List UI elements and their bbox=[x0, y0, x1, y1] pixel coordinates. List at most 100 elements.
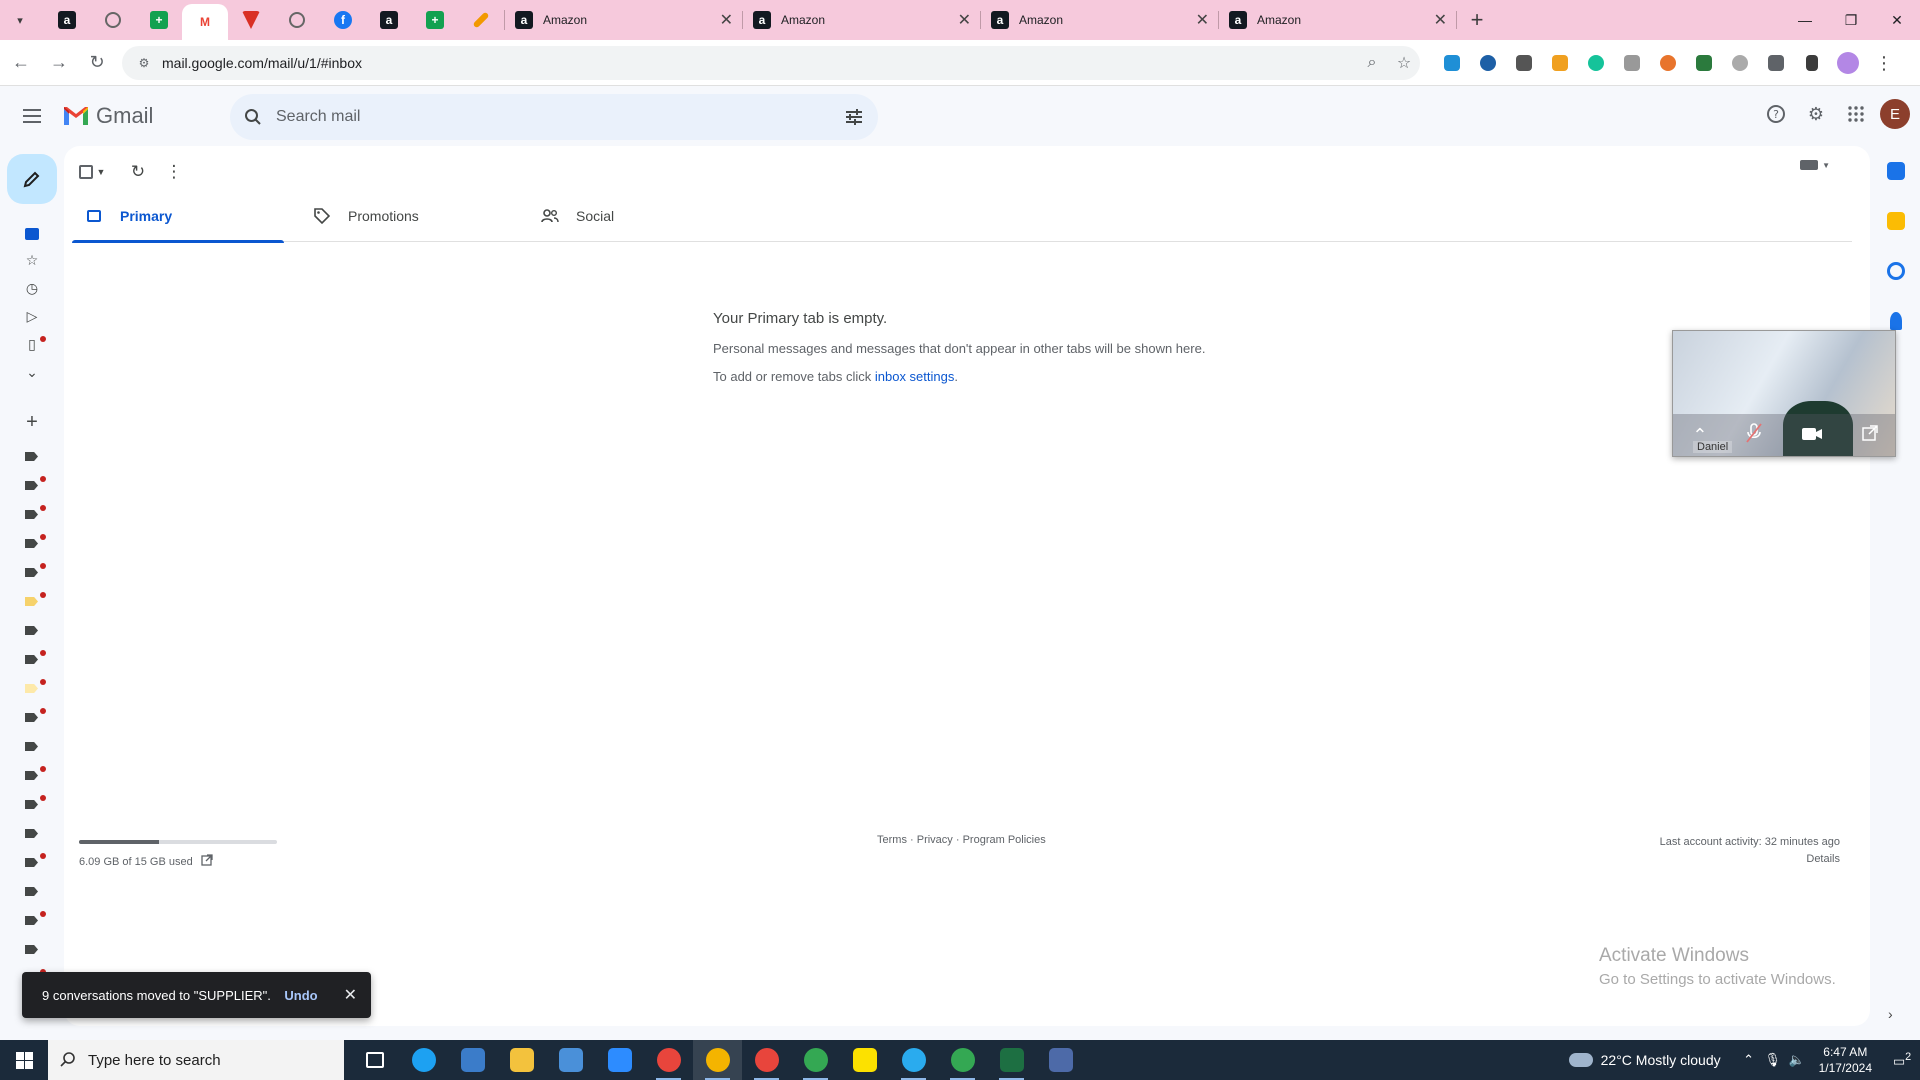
calculator-icon[interactable] bbox=[1036, 1040, 1085, 1080]
restore-icon[interactable]: ❐ bbox=[1828, 0, 1874, 40]
profile-avatar[interactable] bbox=[1830, 48, 1866, 78]
extension-icon[interactable] bbox=[1686, 48, 1722, 78]
tab-close-icon[interactable]: ✕ bbox=[958, 10, 971, 30]
grammarly-icon[interactable] bbox=[1578, 48, 1614, 78]
extension-icon[interactable] bbox=[1470, 48, 1506, 78]
label-tag-icon[interactable] bbox=[25, 626, 38, 635]
compose-button[interactable] bbox=[7, 154, 57, 204]
pinned-tab-amazon-2[interactable]: a bbox=[366, 3, 412, 37]
new-tab-plus-icon[interactable]: + bbox=[1463, 6, 1491, 34]
start-windows-icon[interactable] bbox=[0, 1040, 48, 1080]
label-tag-icon[interactable] bbox=[25, 771, 38, 780]
pinned-tab-gmail[interactable]: M bbox=[182, 4, 228, 40]
tasks-icon[interactable] bbox=[1887, 262, 1905, 280]
url-text[interactable]: mail.google.com/mail/u/1/#inbox bbox=[162, 55, 1356, 71]
popout-icon[interactable] bbox=[1861, 424, 1878, 446]
browser-tab[interactable]: a Amazon ✕ bbox=[743, 3, 981, 37]
tab-close-icon[interactable]: ✕ bbox=[1434, 10, 1447, 30]
store-icon[interactable] bbox=[546, 1040, 595, 1080]
volume-icon[interactable]: 🔈 bbox=[1785, 1052, 1809, 1068]
more-kebab-icon[interactable]: ⋮ bbox=[156, 154, 192, 190]
show-hidden-icons-chevron-icon[interactable]: ⌃ bbox=[1737, 1052, 1761, 1068]
label-tag-icon[interactable] bbox=[25, 510, 38, 519]
pinned-tab-globe-2[interactable] bbox=[274, 3, 320, 37]
label-tag-icon[interactable] bbox=[25, 655, 38, 664]
minimize-icon[interactable]: — bbox=[1782, 0, 1828, 40]
label-tag-icon[interactable] bbox=[25, 742, 38, 751]
account-avatar[interactable]: E bbox=[1880, 99, 1910, 129]
browser-tab[interactable]: a Amazon ✕ bbox=[505, 3, 743, 37]
starred-nav-icon[interactable]: ☆ bbox=[16, 248, 48, 272]
sent-nav-icon[interactable]: ▷ bbox=[16, 304, 48, 328]
label-tag-icon[interactable] bbox=[25, 887, 38, 896]
create-label-plus-icon[interactable]: + bbox=[16, 410, 48, 434]
contacts-icon[interactable] bbox=[1890, 312, 1902, 330]
address-bar[interactable]: ⚙ mail.google.com/mail/u/1/#inbox ⌕ ☆ bbox=[122, 46, 1420, 80]
pinned-tab-pen[interactable] bbox=[458, 3, 504, 37]
extension-js-icon[interactable] bbox=[1542, 48, 1578, 78]
reload-icon[interactable]: ↻ bbox=[80, 46, 114, 80]
label-tag-icon[interactable] bbox=[25, 597, 38, 606]
input-tools-keyboard-icon[interactable]: ▼ bbox=[1800, 160, 1830, 170]
privacy-link[interactable]: Privacy bbox=[917, 834, 953, 846]
back-arrow-icon[interactable]: ← bbox=[4, 46, 38, 80]
taskbar-search[interactable]: Type here to search bbox=[48, 1040, 344, 1080]
label-tag-icon[interactable] bbox=[25, 481, 38, 490]
main-menu-icon[interactable] bbox=[8, 92, 56, 140]
extension-icon[interactable] bbox=[1650, 48, 1686, 78]
weather-widget[interactable]: 22°C Mostly cloudy bbox=[1568, 1052, 1721, 1068]
inbox-nav-icon[interactable] bbox=[16, 222, 48, 246]
program-policies-link[interactable]: Program Policies bbox=[963, 834, 1046, 846]
pinned-tab-sheets-2[interactable]: + bbox=[412, 3, 458, 37]
browser-tab[interactable]: a Amazon ✕ bbox=[1219, 3, 1457, 37]
file-explorer-icon[interactable] bbox=[497, 1040, 546, 1080]
tab-promotions[interactable]: Promotions bbox=[300, 190, 528, 242]
refresh-icon[interactable]: ↻ bbox=[120, 154, 156, 190]
browser-tab[interactable]: a Amazon ✕ bbox=[981, 3, 1219, 37]
search-bar[interactable] bbox=[230, 94, 878, 140]
inbox-settings-link[interactable]: inbox settings bbox=[875, 369, 955, 384]
clock[interactable]: 6:47 AM 1/17/2024 bbox=[1819, 1044, 1872, 1076]
forward-arrow-icon[interactable]: → bbox=[42, 46, 76, 80]
details-link[interactable]: Details bbox=[1660, 851, 1840, 868]
extension-icon[interactable] bbox=[1434, 48, 1470, 78]
bookmark-star-icon[interactable]: ☆ bbox=[1388, 53, 1420, 73]
zoom-magnifier-icon[interactable]: ⌕ bbox=[1356, 54, 1388, 72]
tab-close-icon[interactable]: ✕ bbox=[720, 10, 733, 30]
pinned-tab-globe[interactable] bbox=[90, 3, 136, 37]
label-tag-icon[interactable] bbox=[25, 684, 38, 693]
search-icon[interactable] bbox=[230, 108, 276, 126]
chrome-profile-2-icon[interactable] bbox=[742, 1040, 791, 1080]
keep-icon[interactable] bbox=[1887, 212, 1905, 230]
sticky-notes-icon[interactable] bbox=[840, 1040, 889, 1080]
close-icon[interactable]: ✕ bbox=[344, 985, 357, 1005]
pinned-tab-amazon[interactable]: a bbox=[44, 3, 90, 37]
label-tag-icon[interactable] bbox=[25, 829, 38, 838]
browser-menu-kebab-icon[interactable]: ⋮ bbox=[1866, 48, 1902, 78]
notifications-icon[interactable]: ▭2 bbox=[1884, 1051, 1920, 1069]
label-tag-icon[interactable] bbox=[25, 800, 38, 809]
label-tag-icon[interactable] bbox=[25, 568, 38, 577]
edge-icon[interactable] bbox=[399, 1040, 448, 1080]
tab-social[interactable]: Social bbox=[528, 190, 756, 242]
settings-gear-icon[interactable]: ⚙ bbox=[1796, 94, 1836, 134]
zoom-icon[interactable] bbox=[595, 1040, 644, 1080]
label-tag-icon[interactable] bbox=[25, 858, 38, 867]
telegram-icon[interactable] bbox=[889, 1040, 938, 1080]
pinned-tab-red[interactable] bbox=[228, 3, 274, 37]
label-tag-icon[interactable] bbox=[25, 945, 38, 954]
label-tag-icon[interactable] bbox=[25, 916, 38, 925]
search-input[interactable] bbox=[276, 108, 830, 126]
camera-icon[interactable] bbox=[1801, 425, 1823, 446]
video-call-pip[interactable]: ⌃ Daniel bbox=[1672, 330, 1896, 457]
apps-grid-icon[interactable] bbox=[1836, 94, 1876, 134]
calendar-icon[interactable] bbox=[1887, 162, 1905, 180]
chrome-profile-3-icon[interactable] bbox=[791, 1040, 840, 1080]
extension-off-icon[interactable] bbox=[1506, 48, 1542, 78]
microphone-icon[interactable]: 🎙 bbox=[1761, 1052, 1785, 1068]
extensions-puzzle-icon[interactable] bbox=[1758, 48, 1794, 78]
label-tag-icon[interactable] bbox=[25, 713, 38, 722]
mic-muted-icon[interactable] bbox=[1746, 422, 1762, 448]
undo-button[interactable]: Undo bbox=[284, 988, 317, 1003]
select-checkbox[interactable]: ▼ bbox=[74, 154, 110, 190]
